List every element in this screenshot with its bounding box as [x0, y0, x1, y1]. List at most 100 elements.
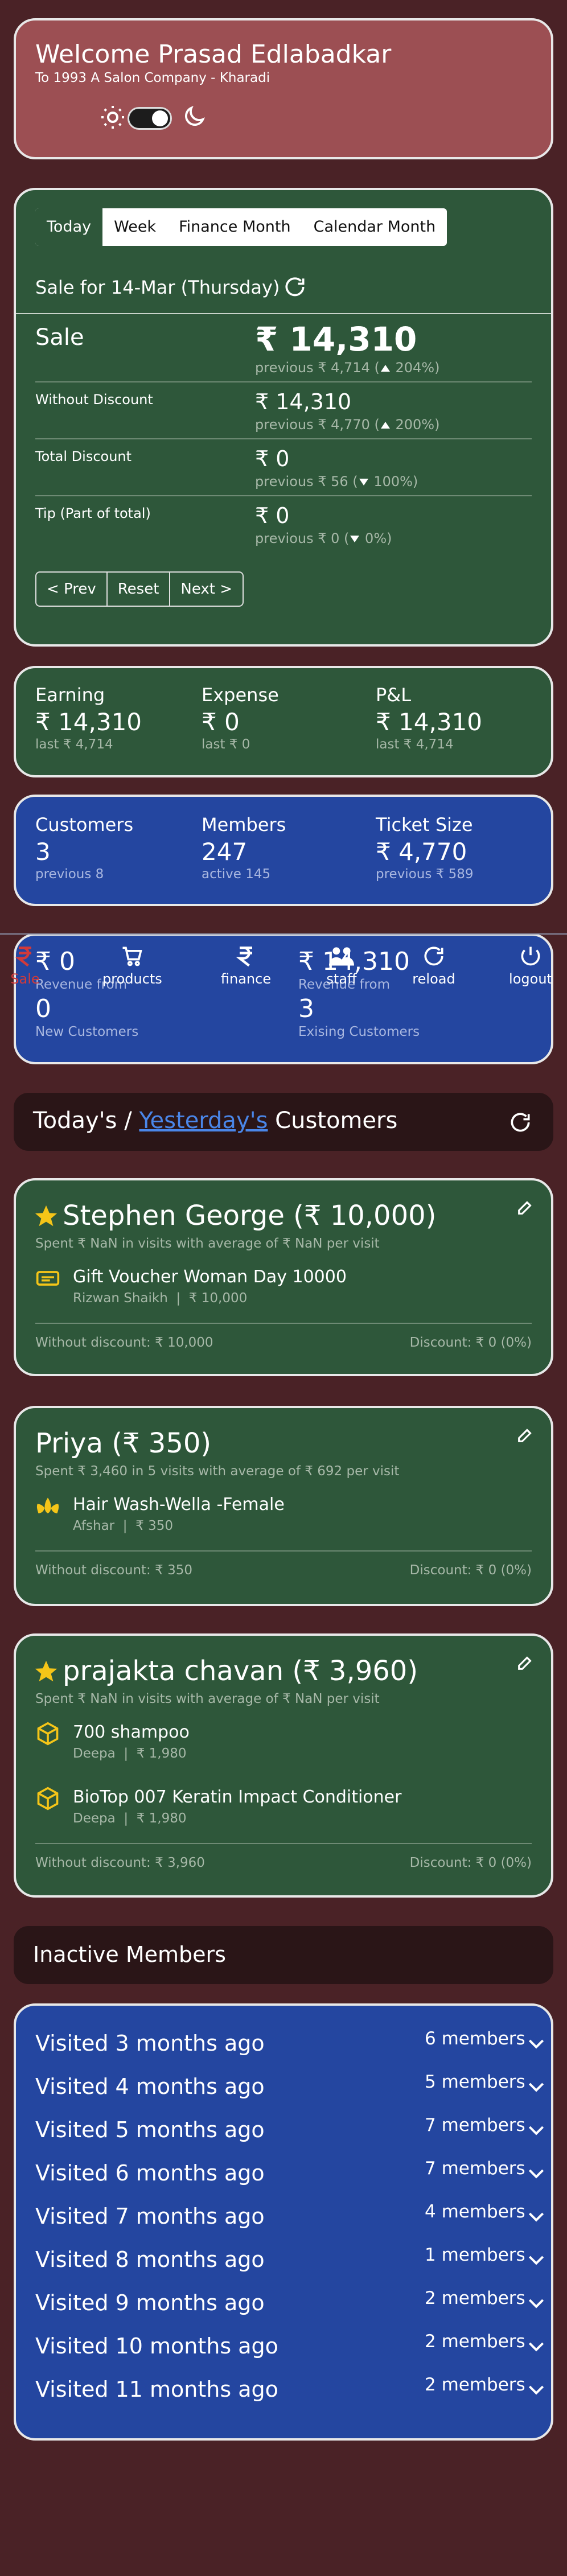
chevron-down-icon[interactable] [525, 2032, 548, 2055]
prev-button[interactable]: < Prev [36, 573, 108, 606]
theme-toggle[interactable] [128, 107, 172, 130]
refresh-icon[interactable] [282, 274, 307, 299]
divider [35, 438, 532, 439]
lotus-icon [36, 1497, 59, 1513]
sun-icon[interactable] [99, 104, 126, 131]
chevron-down-icon[interactable] [525, 2205, 548, 2228]
item-name: BioTop 007 Keratin Impact Conditioner [73, 1787, 402, 1807]
sale-card: Today Week Finance Month Calendar Month … [14, 188, 553, 647]
sale-date-label: Sale for 14-Mar (Thursday) [35, 277, 280, 298]
rupee-icon [15, 947, 31, 967]
stat-value: ₹ 14,310 [376, 708, 483, 736]
visited-label: Visited 6 months ago [35, 2161, 265, 2186]
stat-label: Ticket Size [376, 814, 473, 836]
customer-spent: Spent ₹ NaN in visits with average of ₹ … [35, 1236, 380, 1251]
section-title: Today's / Yesterday's Customers [33, 1108, 398, 1134]
members-count: 7 members [425, 2158, 525, 2179]
customer-card: Stephen George (₹ 10,000) Spent ₹ NaN in… [14, 1178, 553, 1376]
without-discount-value: ₹ 14,310 [255, 389, 352, 414]
pager-buttons: < Prev Reset Next > [35, 571, 244, 607]
chevron-down-icon[interactable] [525, 2291, 548, 2314]
tab-finance-month[interactable]: Finance Month [167, 208, 302, 246]
down-triangle-icon [359, 479, 368, 485]
existing-count: 3 [298, 994, 314, 1023]
nav-reload[interactable]: reload [406, 944, 461, 989]
list-item[interactable]: Visited 5 months ago 7 members [35, 2113, 548, 2147]
members-stat: Members 247 active 145 [202, 814, 286, 882]
stat-label: Expense [202, 684, 279, 706]
reset-button[interactable]: Reset [108, 573, 171, 606]
list-item[interactable]: Visited 6 months ago 7 members [35, 2156, 548, 2190]
new-existing-card: ₹ 0 Revenue from 0 New Customers ₹ 14,31… [14, 933, 553, 1064]
nav-logout[interactable]: logout [502, 944, 559, 989]
members-count: 2 members [425, 2288, 525, 2308]
stat-value: ₹ 0 [202, 708, 240, 736]
list-item[interactable]: Visited 10 months ago 2 members [35, 2329, 548, 2363]
nav-finance-label: finance [220, 971, 272, 987]
voucher-icon [36, 1271, 60, 1286]
nav-staff[interactable]: staff [314, 944, 369, 989]
moon-icon[interactable] [181, 104, 207, 130]
chevron-down-icon[interactable] [525, 2248, 548, 2271]
next-button[interactable]: Next > [170, 573, 243, 606]
chevron-down-icon[interactable] [525, 2075, 548, 2098]
chevron-down-icon[interactable] [525, 2335, 548, 2357]
members-count: 1 members [425, 2245, 525, 2265]
list-item[interactable]: Visited 3 months ago 6 members [35, 2026, 548, 2060]
edit-icon[interactable] [516, 1198, 535, 1217]
without-discount-text: Without discount: ₹ 10,000 [35, 1335, 213, 1350]
list-item[interactable]: Visited 9 months ago 2 members [35, 2286, 548, 2320]
visited-label: Visited 3 months ago [35, 2031, 265, 2056]
edit-icon[interactable] [516, 1653, 535, 1672]
power-icon [521, 947, 540, 966]
stat-label: P&L [376, 684, 412, 706]
box-icon [37, 1787, 59, 1810]
edit-icon[interactable] [516, 1425, 535, 1445]
reload-icon [424, 947, 443, 966]
customer-footer: Without discount: ₹ 350 Discount: ₹ 0 (0… [35, 1563, 532, 1578]
tab-week[interactable]: Week [102, 208, 167, 246]
nav-products[interactable]: products [102, 944, 162, 989]
customer-name[interactable]: Stephen George (₹ 10,000) [63, 1200, 436, 1232]
customer-name[interactable]: prajakta chavan (₹ 3,960) [63, 1655, 418, 1687]
nav-sale[interactable]: Sale [8, 944, 42, 989]
item-name: 700 shampoo [73, 1722, 190, 1742]
chevron-down-icon[interactable] [525, 2378, 548, 2401]
list-item[interactable]: Visited 11 months ago 2 members [35, 2372, 548, 2406]
item-name: Hair Wash-Wella -Female [73, 1495, 285, 1515]
total-discount-previous: previous ₹ 56 ( 100%) [255, 474, 418, 489]
stat-sub: last ₹ 0 [202, 737, 250, 752]
up-triangle-icon [380, 422, 390, 429]
members-count: 4 members [425, 2201, 525, 2222]
cart-icon [122, 947, 142, 966]
members-count: 5 members [425, 2072, 525, 2092]
welcome-title: Welcome Prasad Edlabadkar [35, 40, 392, 69]
stat-label: Members [202, 814, 286, 836]
without-discount-text: Without discount: ₹ 3,960 [35, 1855, 205, 1870]
tab-today[interactable]: Today [35, 208, 103, 246]
stat-value: ₹ 4,770 [376, 838, 467, 866]
nav-finance[interactable]: finance [216, 944, 276, 989]
list-item[interactable]: Visited 7 months ago 4 members [35, 2199, 548, 2233]
list-item[interactable]: Visited 4 months ago 5 members [35, 2069, 548, 2104]
visited-label: Visited 9 months ago [35, 2290, 265, 2315]
customers-stat: Customers 3 previous 8 [35, 814, 133, 882]
period-tabs: Today Week Finance Month Calendar Month [35, 208, 447, 246]
customer-name[interactable]: Priya (₹ 350) [35, 1427, 211, 1459]
box-icon [37, 1722, 59, 1746]
refresh-icon[interactable] [508, 1110, 533, 1135]
list-item[interactable]: Visited 8 months ago 1 members [35, 2242, 548, 2277]
stat-sub: last ₹ 4,714 [376, 737, 454, 752]
visited-label: Visited 11 months ago [35, 2377, 278, 2402]
chevron-down-icon[interactable] [525, 2162, 548, 2184]
nav-logout-label: logout [509, 971, 552, 987]
customer-footer: Without discount: ₹ 10,000 Discount: ₹ 0… [35, 1335, 532, 1350]
discount-text: Discount: ₹ 0 (0%) [409, 1335, 532, 1350]
customer-card: Priya (₹ 350) Spent ₹ 3,460 in 5 visits … [14, 1406, 553, 1606]
stat-value: ₹ 14,310 [35, 708, 142, 736]
chevron-down-icon[interactable] [525, 2118, 548, 2141]
tab-calendar-month[interactable]: Calendar Month [302, 208, 447, 246]
visited-label: Visited 8 months ago [35, 2247, 265, 2272]
item-name: Gift Voucher Woman Day 10000 [73, 1267, 347, 1287]
yesterday-link[interactable]: Yesterday's [139, 1108, 268, 1134]
